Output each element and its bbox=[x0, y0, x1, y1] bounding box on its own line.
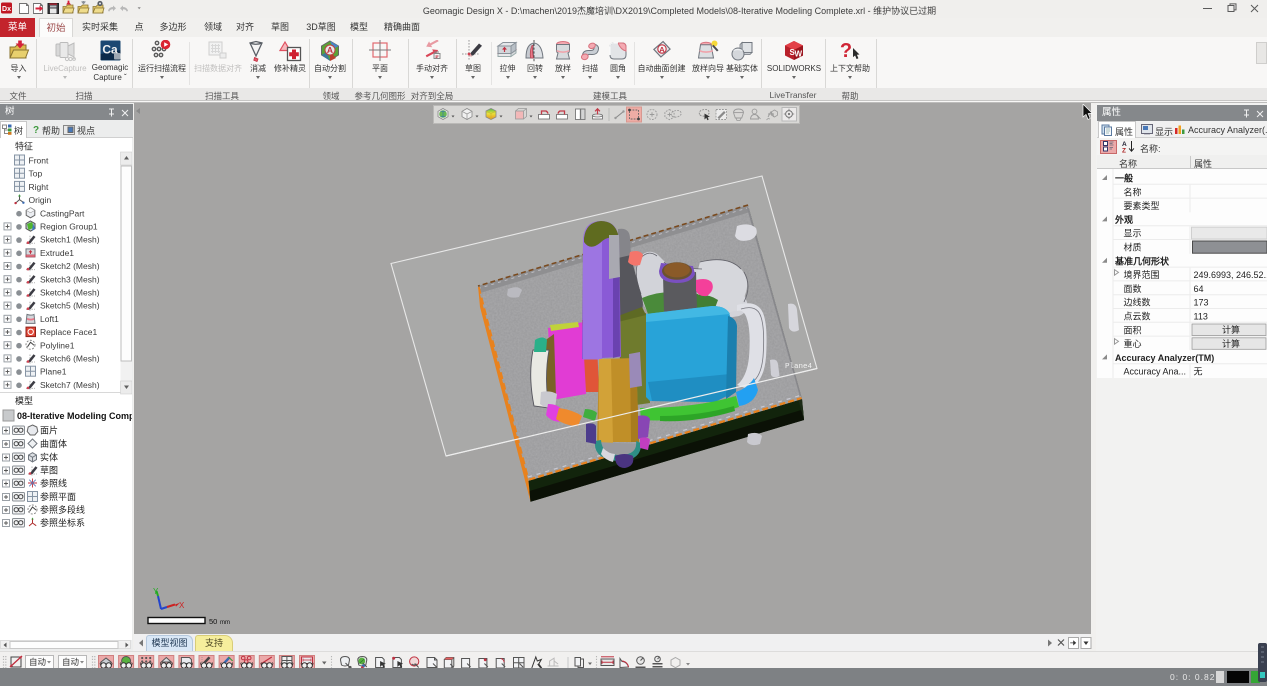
svg-text:重心: 重心 bbox=[1124, 338, 1142, 349]
svg-text:Sketch5 (Mesh): Sketch5 (Mesh) bbox=[40, 301, 100, 311]
svg-text:mm: mm bbox=[220, 620, 230, 626]
svg-text:面数: 面数 bbox=[1124, 283, 1142, 294]
svg-text:Sketch7 (Mesh): Sketch7 (Mesh) bbox=[40, 380, 100, 390]
svg-text:Plane4: Plane4 bbox=[785, 363, 813, 371]
svg-text:Sketch4 (Mesh): Sketch4 (Mesh) bbox=[40, 288, 100, 298]
svg-text:Sketch6 (Mesh): Sketch6 (Mesh) bbox=[40, 354, 100, 364]
svg-text:曲面体: 曲面体 bbox=[40, 438, 67, 449]
svg-text:特征: 特征 bbox=[15, 141, 33, 152]
svg-text:边线数: 边线数 bbox=[1124, 297, 1151, 308]
svg-text:点云数: 点云数 bbox=[1124, 311, 1151, 322]
svg-text:一般: 一般 bbox=[1115, 173, 1134, 184]
svg-text:自动: 自动 bbox=[62, 657, 80, 667]
svg-text:计算: 计算 bbox=[1222, 338, 1240, 349]
svg-text:Y: Y bbox=[153, 587, 159, 596]
svg-text:计算: 计算 bbox=[1222, 324, 1240, 335]
svg-text:Sketch3 (Mesh): Sketch3 (Mesh) bbox=[40, 274, 100, 284]
svg-text:名称: 名称 bbox=[1124, 186, 1142, 197]
svg-text:Sketch2 (Mesh): Sketch2 (Mesh) bbox=[40, 261, 100, 271]
svg-text:Accuracy Analyzer(TM): Accuracy Analyzer(TM) bbox=[1115, 353, 1214, 363]
svg-text:?: ? bbox=[840, 40, 852, 62]
svg-text:50: 50 bbox=[209, 617, 217, 626]
svg-text:Top: Top bbox=[29, 169, 43, 179]
svg-text:显示: 显示 bbox=[1124, 229, 1142, 239]
svg-text:自动: 自动 bbox=[29, 657, 47, 667]
svg-text:面积: 面积 bbox=[1124, 324, 1142, 335]
svg-text:要素类型: 要素类型 bbox=[1124, 200, 1160, 211]
svg-text:113: 113 bbox=[1194, 312, 1208, 322]
svg-text:无: 无 bbox=[1194, 367, 1203, 377]
svg-text:?: ? bbox=[33, 125, 39, 135]
svg-text:64: 64 bbox=[1194, 284, 1204, 294]
svg-text:境界范围: 境界范围 bbox=[1124, 269, 1160, 280]
svg-text:CastingPart: CastingPart bbox=[40, 208, 85, 218]
svg-text:材质: 材质 bbox=[1124, 242, 1142, 253]
svg-text:Right: Right bbox=[29, 182, 49, 192]
svg-text:参照坐标系: 参照坐标系 bbox=[40, 517, 85, 528]
svg-text:Origin: Origin bbox=[29, 195, 52, 205]
svg-text:Front: Front bbox=[29, 156, 49, 166]
svg-text:Extrude1: Extrude1 bbox=[40, 248, 74, 258]
svg-text:模型: 模型 bbox=[15, 396, 33, 406]
svg-text:Sketch1 (Mesh): Sketch1 (Mesh) bbox=[40, 235, 100, 245]
svg-text:参照平面: 参照平面 bbox=[40, 491, 76, 502]
svg-text:参照多段线: 参照多段线 bbox=[40, 504, 85, 515]
svg-text:173: 173 bbox=[1194, 298, 1209, 308]
svg-text:面片: 面片 bbox=[40, 425, 58, 436]
svg-text:Replace Face1: Replace Face1 bbox=[40, 327, 97, 337]
svg-text:Loft1: Loft1 bbox=[40, 314, 59, 324]
svg-text:W: W bbox=[795, 50, 803, 59]
svg-text:A: A bbox=[659, 45, 665, 54]
svg-text:Accuracy Ana...: Accuracy Ana... bbox=[1124, 367, 1187, 377]
svg-text:实体: 实体 bbox=[40, 452, 58, 463]
svg-text:参照线: 参照线 bbox=[40, 478, 67, 489]
svg-text:Plane1: Plane1 bbox=[40, 367, 67, 377]
svg-text:Z: Z bbox=[1122, 148, 1126, 154]
svg-text:草图: 草图 bbox=[40, 465, 58, 476]
svg-text:Region Group1: Region Group1 bbox=[40, 222, 98, 232]
svg-text:Polyline1: Polyline1 bbox=[40, 340, 75, 350]
svg-text:X: X bbox=[179, 601, 185, 610]
svg-text:08-Iterative Modeling Compl: 08-Iterative Modeling Compl bbox=[17, 411, 132, 421]
svg-text:外观: 外观 bbox=[1114, 214, 1133, 225]
svg-text:249.6993, 246.52...: 249.6993, 246.52... bbox=[1194, 270, 1267, 280]
svg-text:基准几何形状: 基准几何形状 bbox=[1114, 255, 1170, 266]
svg-text:A: A bbox=[327, 45, 333, 55]
